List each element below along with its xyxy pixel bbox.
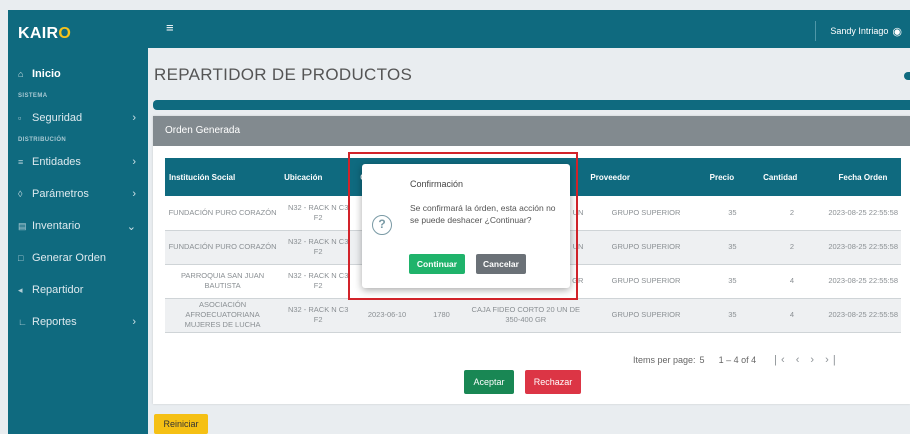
cell-fecha-orden: 2023-08-25 22:55:58 [828,207,898,217]
last-page-icon[interactable]: ›| [825,354,840,366]
card-title: Orden Generada [153,116,910,146]
cell-ubicacion: N32 - RACK N C3 F2 [287,202,349,222]
cell-ubicacion: N32 - RACK N C3 F2 [287,237,349,256]
sidebar-item-seguridad[interactable]: ▫ Seguridad › [8,102,148,134]
continuar-button[interactable]: Continuar [409,254,465,274]
progress-bar [153,100,910,110]
sidebar-item-label: Entidades [32,156,81,168]
sidebar-item-repartidor[interactable]: ◂ Repartidor [8,274,148,306]
chevron-right-icon: › [132,188,136,200]
sidebar-item-inicio[interactable]: ⌂ Inicio [8,58,148,90]
topbar-divider [815,21,817,41]
paginator: Items per page: 5 1 – 4 of 4 |‹ ‹ › ›| [633,354,840,366]
cell-cantidad: 2 [789,242,795,251]
sidebar-item-entidades[interactable]: ≡ Entidades › [8,146,148,178]
lock-icon: ▫ [18,113,22,123]
chevron-right-icon: › [132,156,136,168]
col-fecha-orden[interactable]: Fecha Orden [825,158,901,196]
brand-logo[interactable]: KAIR O [8,10,148,58]
page-title: REPARTIDOR DE PRODUCTOS [154,65,413,84]
cell-institucion: ASOCIACIÓN AFROECUATORIANA MUJERES DE LU… [184,300,261,329]
cell-precio: 35 [728,242,737,251]
user-circle-icon: ◉ [892,25,902,38]
col-cantidad[interactable]: Cantidad [759,158,825,196]
cell-cantidad: 4 [789,310,795,319]
cell-proveedor: GRUPO SUPERIOR [611,207,681,217]
cell-cantidad: 2 [789,207,795,217]
user-name: Sandy Intriago [830,26,889,36]
chevron-down-icon: ⌄ [126,220,136,233]
cancelar-button[interactable]: Cancelar [476,254,526,274]
cell-ubicacion: N32 - RACK N C3 F2 [287,305,349,324]
cell-proveedor: GRUPO SUPERIOR [611,310,681,319]
sidebar-item-parametros[interactable]: ◊ Parámetros › [8,178,148,210]
page-size-select[interactable]: 5 [700,355,705,365]
cell-codigo: 1780 [433,310,450,319]
sidebar-item-label: Repartidor [32,284,84,296]
sidebar-item-label: Seguridad [32,112,83,124]
cell-precio: 35 [728,207,737,217]
inventory-icon: ▤ [18,220,27,231]
rechazar-button[interactable]: Rechazar [525,370,581,394]
sidebar-item-label: Reportes [32,316,77,328]
col-proveedor[interactable]: Proveedor [586,158,705,196]
sidebar-item-label: Inicio [32,68,61,80]
sidebar-section-distribucion: DISTRIBUCIÓN [18,137,67,143]
cell-ubicacion: N32 - RACK N C3 F2 [287,271,349,290]
cell-institucion: PARROQUIA SAN JUAN BAUTISTA [180,271,265,290]
home-icon: ⌂ [18,69,24,79]
sidebar-item-label: Generar Orden [32,252,106,264]
sidebar-item-generar-orden[interactable]: □ Generar Orden [8,242,148,274]
table-row[interactable]: ASOCIACIÓN AFROECUATORIANA MUJERES DE LU… [165,298,901,332]
order-icon: □ [18,253,24,263]
cell-fecha-orden: 2023-08-25 22:55:58 [828,310,898,319]
cell-proveedor: GRUPO SUPERIOR [611,276,681,285]
cell-precio: 35 [728,276,737,285]
delivery-icon: ◂ [18,284,23,295]
chevron-right-icon: › [132,112,136,124]
brand-main: KAIR [18,25,59,42]
cell-fecha: 2023-06-10 [367,310,407,319]
prev-page-icon[interactable]: ‹ [796,354,804,366]
first-page-icon[interactable]: |‹ [774,354,789,366]
edge-indicator [904,72,910,80]
confirm-dialog: Confirmación ? Se confirmará la órden, e… [362,164,570,288]
dialog-title: Confirmación [410,179,464,189]
sidebar-item-inventario[interactable]: ▤ Inventario ⌄ [8,210,148,242]
cell-precio: 35 [728,310,737,319]
cell-institucion: FUNDACIÓN PURO CORAZÓN [168,207,277,217]
cell-producto: CAJA FIDEO CORTO 20 UN DE 350-400 GR [471,305,581,324]
question-icon: ? [372,215,392,235]
cell-fecha-orden: 2023-08-25 22:55:58 [828,242,898,251]
brand-accent: O [58,25,72,42]
sidebar-item-label: Inventario [32,220,81,232]
chart-icon: ∟ [18,317,27,327]
chevron-right-icon: › [132,316,136,328]
aceptar-button[interactable]: Aceptar [464,370,514,394]
page-range: 1 – 4 of 4 [718,355,757,365]
items-per-page-label: Items per page: [633,355,696,365]
cell-cantidad: 4 [789,276,795,285]
col-institucion[interactable]: Institución Social [165,158,280,196]
sidebar-item-reportes[interactable]: ∟ Reportes › [8,306,148,338]
hamburger-icon[interactable]: ≡ [166,20,174,35]
topbar: ≡ Sandy Intriago ◉ [148,10,910,48]
col-precio[interactable]: Precio [706,158,759,196]
reiniciar-button[interactable]: Reiniciar [154,414,208,434]
sidebar-item-label: Parámetros [32,188,89,200]
dialog-message: Se confirmará la órden, esta acción no s… [410,203,556,225]
sidebar: KAIR O ⌂ Inicio SISTEMA ▫ Seguridad › DIS… [8,10,148,434]
entities-icon: ≡ [18,157,24,167]
sidebar-section-sistema: SISTEMA [18,93,48,99]
col-ubicacion[interactable]: Ubicación [280,158,356,196]
params-icon: ◊ [18,189,23,199]
cell-fecha-orden: 2023-08-25 22:55:58 [828,276,898,285]
user-menu[interactable]: Sandy Intriago ◉ [815,21,902,41]
next-page-icon[interactable]: › [810,354,818,366]
cell-institucion: FUNDACIÓN PURO CORAZÓN [168,242,277,251]
cell-proveedor: GRUPO SUPERIOR [611,242,681,251]
